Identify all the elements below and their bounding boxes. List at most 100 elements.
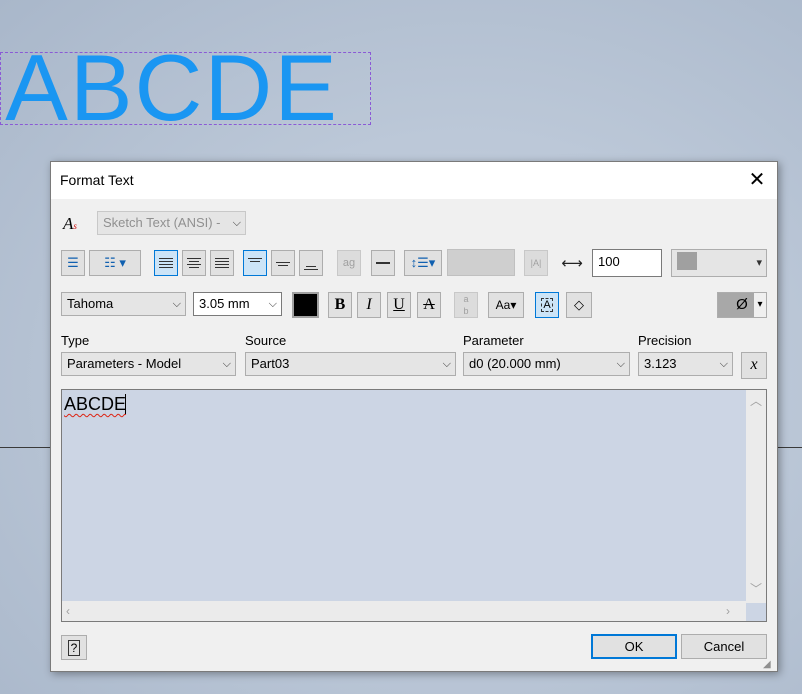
- chevron-down-icon: ⌵: [232, 217, 241, 229]
- line-spacing-icon: ↕☰▾: [410, 255, 436, 270]
- chevron-down-icon: ⌵: [172, 298, 181, 310]
- line-button[interactable]: [371, 250, 395, 276]
- text-case-button[interactable]: Aa▾: [488, 292, 524, 318]
- source-combo[interactable]: Part03 ⌵: [245, 352, 456, 376]
- fill-bucket-icon: ◇: [574, 297, 584, 312]
- scroll-left-icon[interactable]: ‹: [66, 604, 70, 618]
- numbering-button[interactable]: ☷ ▾: [89, 250, 141, 276]
- align-center-icon: [183, 251, 205, 268]
- bold-icon: B: [334, 296, 346, 313]
- ok-label: OK: [624, 639, 644, 654]
- chevron-down-icon: ⌵: [268, 298, 277, 310]
- help-button[interactable]: ?: [61, 635, 87, 660]
- spacing-input[interactable]: 100: [592, 249, 662, 277]
- stack-icon: ag: [342, 257, 356, 269]
- fit-text-button: |A|: [524, 250, 548, 276]
- bullets-button[interactable]: ☰: [61, 250, 85, 276]
- format-text-dialog: Format Text ✕ As Sketch Text (ANSI) - ⌵ …: [50, 161, 778, 672]
- mirrored-sketch-text[interactable]: ABCDE: [0, 35, 370, 140]
- close-icon[interactable]: ✕: [737, 162, 777, 199]
- text-style-icon: As: [63, 214, 77, 233]
- chevron-down-icon: ⌵: [222, 358, 231, 370]
- text-style-combo: Sketch Text (ANSI) - ⌵: [97, 211, 246, 235]
- type-combo[interactable]: Parameters - Model ⌵: [61, 352, 236, 376]
- align-top-icon: [244, 251, 266, 262]
- insert-parameter-button[interactable]: x: [741, 352, 767, 379]
- scroll-right-icon[interactable]: ›: [726, 604, 730, 618]
- strikethrough-button[interactable]: A: [417, 292, 441, 318]
- chevron-down-icon: ⌵: [442, 358, 451, 370]
- symbol-icon: Ø: [736, 296, 748, 313]
- dialog-title: Format Text: [60, 172, 134, 188]
- sketch-text-value: ABCDE: [5, 35, 339, 140]
- text-style-value: Sketch Text (ANSI) -: [103, 215, 221, 230]
- bullet-list-icon: ☰: [67, 255, 79, 270]
- bold-button[interactable]: B: [328, 292, 352, 318]
- line-icon: [376, 262, 390, 264]
- vertical-scrollbar[interactable]: ︿ ﹀: [746, 390, 766, 603]
- text-caret: [125, 394, 126, 414]
- source-label: Source: [245, 333, 287, 348]
- insert-symbol-button[interactable]: Ø ▾: [717, 292, 767, 318]
- resize-grip-icon[interactable]: ◢: [763, 659, 777, 671]
- fraction-icon: ab: [463, 294, 469, 316]
- color-combo[interactable]: ▾: [671, 249, 767, 277]
- chevron-down-icon: ▾: [756, 257, 762, 269]
- stack-button: ag: [337, 250, 361, 276]
- precision-combo[interactable]: 3.123 ⌵: [638, 352, 733, 376]
- type-value: Parameters - Model: [67, 356, 182, 371]
- italic-icon: I: [366, 296, 372, 313]
- align-right-icon: [211, 251, 233, 268]
- cancel-label: Cancel: [703, 639, 745, 654]
- chevron-down-icon: ▾: [754, 293, 766, 317]
- underline-button[interactable]: U: [387, 292, 411, 318]
- spacing-icon: ⟷: [561, 255, 583, 272]
- chevron-down-icon: ⌵: [616, 358, 625, 370]
- strikethrough-icon: A: [423, 296, 435, 313]
- chevron-down-icon: ⌵: [719, 358, 728, 370]
- align-bottom-button[interactable]: [299, 250, 323, 276]
- text-editor[interactable]: ABCDE ︿ ﹀ ‹ ›: [61, 389, 767, 622]
- fraction-button: ab: [454, 292, 478, 318]
- text-color-swatch[interactable]: [292, 292, 319, 318]
- editor-text[interactable]: ABCDE: [64, 394, 126, 415]
- align-bottom-icon: [300, 251, 322, 270]
- align-left-button[interactable]: [154, 250, 178, 276]
- fit-text-icon: |A|: [530, 258, 542, 268]
- ok-button[interactable]: OK: [591, 634, 677, 659]
- italic-button[interactable]: I: [357, 292, 381, 318]
- color-swatch: [677, 252, 697, 270]
- underline-icon: U: [393, 296, 405, 313]
- align-middle-icon: [272, 251, 294, 266]
- text-case-icon: Aa▾: [495, 298, 517, 312]
- text-fill-button[interactable]: ◇: [566, 292, 592, 318]
- title-bar: Format Text ✕: [51, 162, 777, 199]
- parameter-value: d0 (20.000 mm): [469, 356, 561, 371]
- font-combo[interactable]: Tahoma ⌵: [61, 292, 186, 316]
- font-size-value: 3.05 mm: [199, 296, 250, 311]
- help-icon: ?: [67, 640, 81, 656]
- scroll-down-icon[interactable]: ﹀: [746, 580, 766, 597]
- font-value: Tahoma: [67, 296, 114, 311]
- source-value: Part03: [251, 356, 290, 371]
- line-spacing-button[interactable]: ↕☰▾: [404, 250, 442, 276]
- type-label: Type: [61, 333, 90, 348]
- numbered-list-icon: ☷ ▾: [104, 255, 126, 270]
- align-right-button[interactable]: [210, 250, 234, 276]
- scroll-up-icon[interactable]: ︿: [746, 392, 766, 409]
- line-spacing-value: [447, 249, 515, 276]
- cancel-button[interactable]: Cancel: [681, 634, 767, 659]
- horizontal-scrollbar[interactable]: ‹ ›: [62, 601, 746, 621]
- spacing-value: 100: [598, 254, 620, 269]
- text-border-button[interactable]: A: [535, 292, 559, 318]
- align-center-button[interactable]: [182, 250, 206, 276]
- align-middle-button[interactable]: [271, 250, 295, 276]
- parameter-combo[interactable]: d0 (20.000 mm) ⌵: [463, 352, 630, 376]
- precision-label: Precision: [638, 333, 692, 348]
- align-top-button[interactable]: [243, 250, 267, 276]
- text-border-icon: A: [541, 298, 553, 312]
- font-size-combo[interactable]: 3.05 mm ⌵: [193, 292, 282, 316]
- precision-value: 3.123: [644, 356, 677, 371]
- function-x-icon: x: [750, 356, 758, 373]
- parameter-label: Parameter: [463, 333, 524, 348]
